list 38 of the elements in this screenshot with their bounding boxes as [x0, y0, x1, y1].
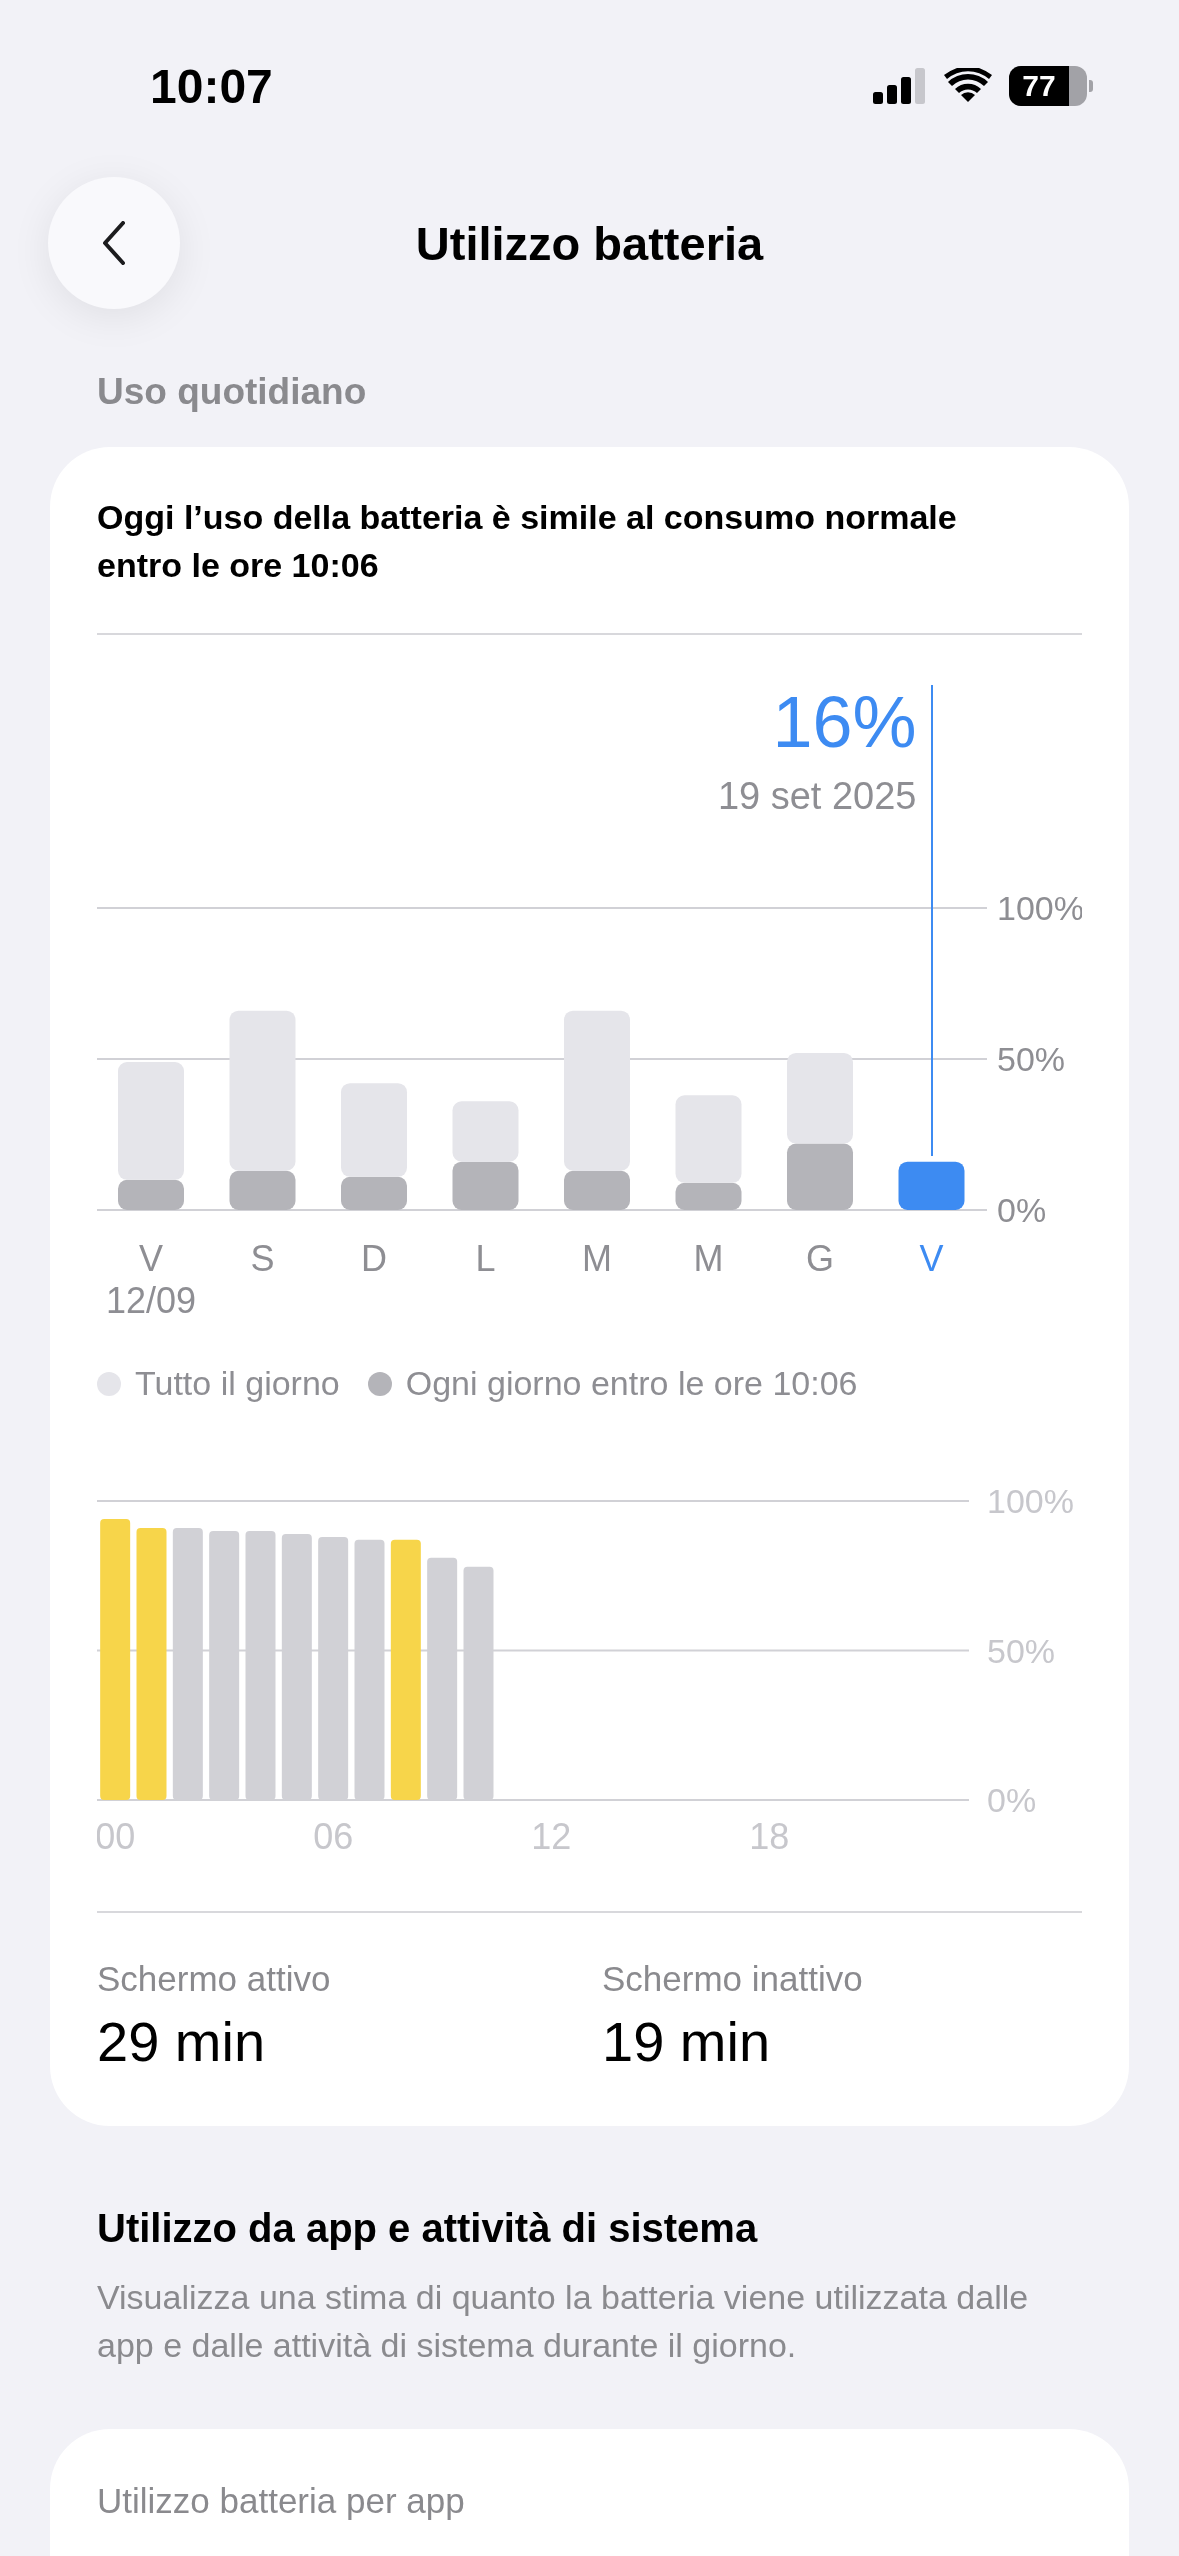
day-label: V [919, 1238, 944, 1279]
hour-label: 06 [313, 1816, 354, 1857]
legend-label: Tutto il giorno [135, 1364, 340, 1403]
axis-label: 50% [997, 1040, 1066, 1078]
stat-label: Schermo attivo [97, 1959, 332, 1999]
legend-label: Ogni giorno entro le ore 10:06 [405, 1364, 858, 1403]
day-label: M [693, 1238, 724, 1279]
page-title: Utilizzo batteria [415, 215, 764, 271]
axis-label: 100% [997, 889, 1082, 927]
signal-icon [873, 68, 927, 104]
stat-value: 29 min [97, 2009, 267, 2074]
section-heading: Utilizzo da app e attività di sistema [97, 2206, 759, 2251]
day-label: M [582, 1238, 612, 1279]
battery-indicator: 77 [1009, 66, 1093, 106]
stat-label: Schermo inattivo [602, 1959, 864, 1999]
axis-label: 50% [987, 1631, 1056, 1670]
stat-value: 19 min [602, 2009, 772, 2074]
hour-label: 12 [531, 1816, 572, 1857]
axis-label: 0% [987, 1781, 1037, 1819]
selected-date: 19 set 2025 [717, 774, 917, 818]
axis-label: 100% [987, 1482, 1074, 1520]
hour-label: 18 [749, 1816, 790, 1857]
day-label: D [361, 1238, 387, 1279]
day-label: G [806, 1238, 834, 1279]
card-title: Utilizzo batteria per app [97, 2481, 465, 2520]
day-label: V [139, 1238, 163, 1279]
section-description: Visualizza una stima di quanto la batteria viene utilizzata dalle app e dalle attività di sistema durante il giorno. [97, 2277, 1030, 2366]
day-label: S [250, 1238, 275, 1279]
date-label: 12/09 [105, 1280, 197, 1320]
day-label: L [475, 1238, 496, 1279]
wifi-icon [943, 68, 993, 104]
section-title: Uso quotidiano [97, 371, 368, 413]
chevron-left-icon [102, 221, 126, 265]
status-time: 10:07 [150, 58, 273, 114]
selected-value: 16% [772, 682, 917, 762]
hour-label: 00 [97, 1816, 136, 1857]
axis-label: 0% [997, 1191, 1047, 1229]
usage-summary: Oggi l’uso della batteria è simile al consumo normale entro le ore 10:06 [97, 497, 958, 586]
